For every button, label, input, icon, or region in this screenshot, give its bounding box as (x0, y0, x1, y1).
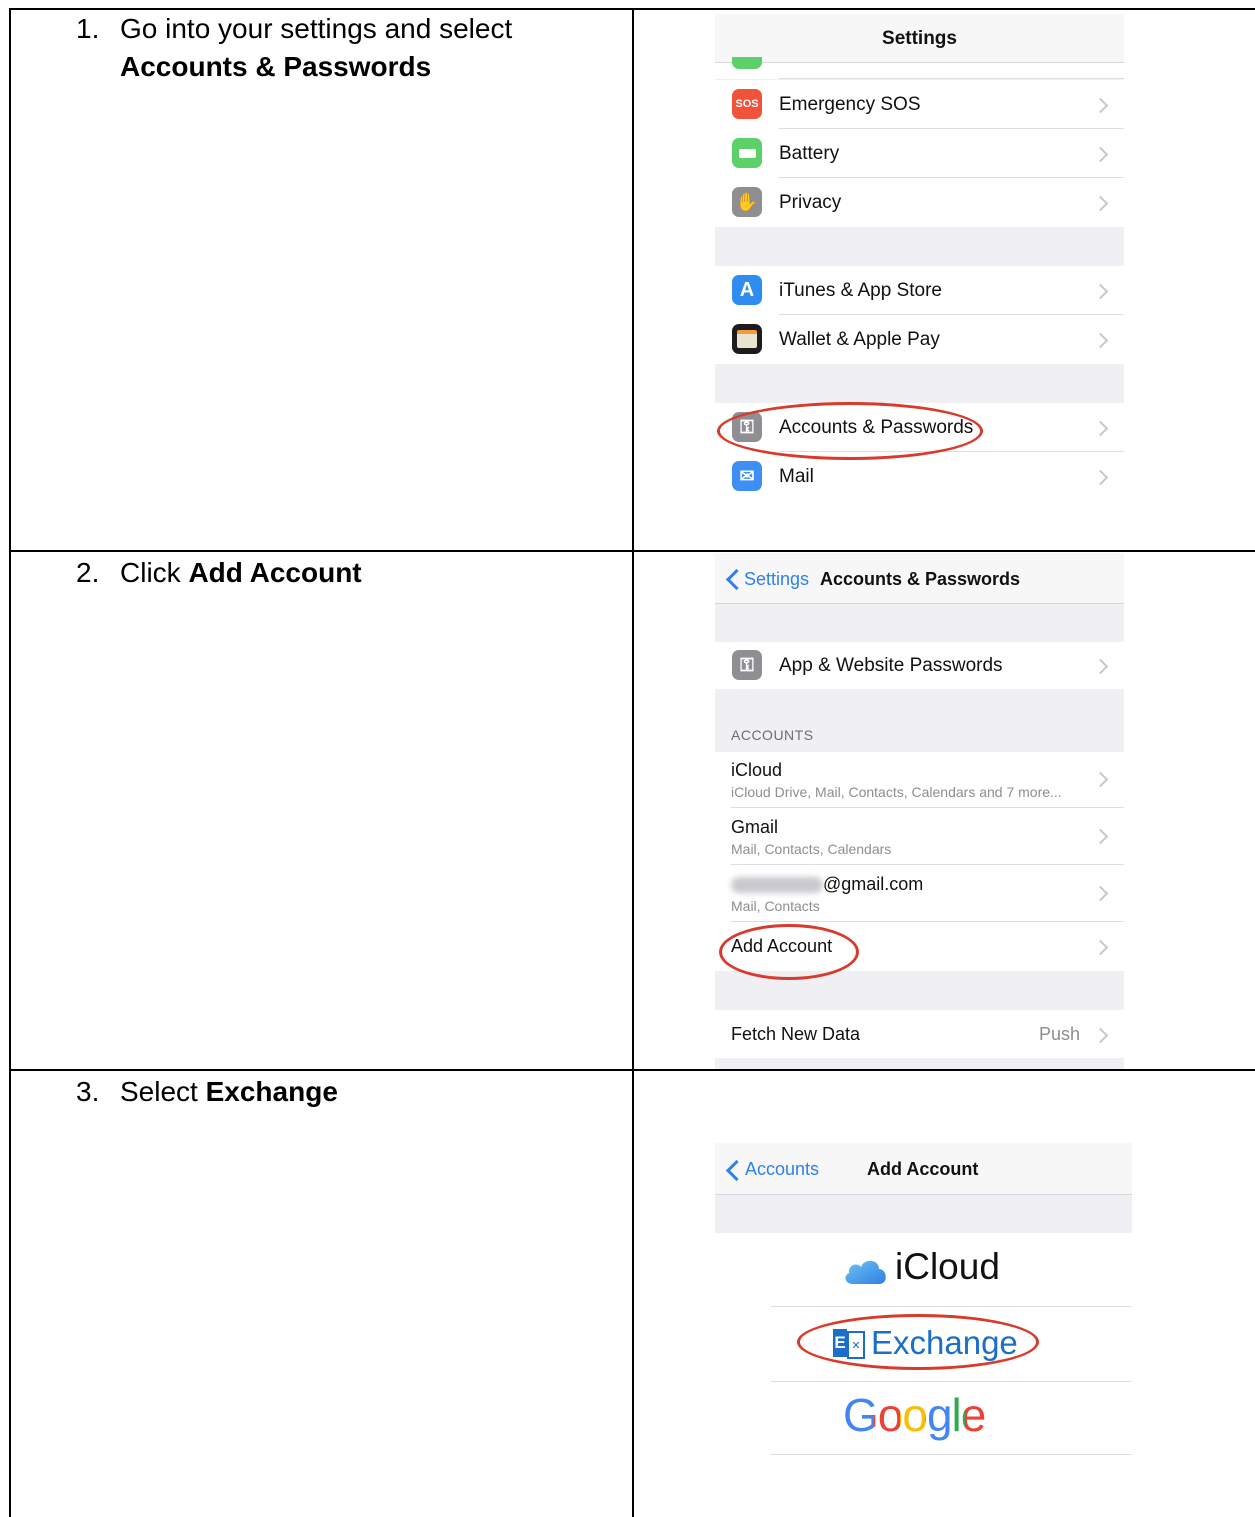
chevron-right-icon (1092, 771, 1109, 788)
row-label: Wallet & Apple Pay (779, 329, 940, 350)
battery-icon (732, 138, 762, 168)
accounts-navbar: Settings Accounts & Passwords (715, 553, 1124, 604)
step-1-instruction: 1. Go into your settings and select Accou… (76, 10, 512, 86)
page-title: Settings (882, 28, 957, 49)
step-number: 2. (76, 557, 100, 588)
account-row-gmail-address[interactable]: @gmail.com Mail, Contacts (715, 865, 1124, 922)
table-row-divider-1 (9, 550, 1255, 552)
row-label: Emergency SOS (779, 94, 921, 115)
account-row-gmail[interactable]: Gmail Mail, Contacts, Calendars (715, 808, 1124, 865)
back-button[interactable]: Settings (744, 569, 809, 590)
header-gap (715, 1195, 1132, 1233)
chevron-right-icon (1092, 97, 1109, 114)
chevron-right-icon (1092, 146, 1109, 163)
partial-row (715, 57, 1124, 79)
chevron-right-icon (1092, 469, 1109, 486)
settings-row-privacy[interactable]: ✋ Privacy (715, 178, 1124, 227)
hand-icon: ✋ (732, 187, 762, 217)
row-label: Mail (779, 466, 814, 487)
fetch-new-data-row[interactable]: Fetch New Data Push (715, 1010, 1124, 1058)
account-name: iCloud (731, 760, 783, 780)
google-logo-text: Google (843, 1389, 986, 1441)
icloud-wordmark: iCloud (895, 1246, 1000, 1287)
chevron-right-icon (1092, 332, 1109, 349)
row-label: Privacy (779, 192, 842, 213)
highlight-oval (717, 402, 983, 460)
settings-row-emergency-sos[interactable]: SOS Emergency SOS (715, 80, 1124, 129)
chevron-right-icon (1092, 283, 1109, 300)
step-text: Go into your settings and select (120, 13, 513, 44)
app-website-passwords-row[interactable]: ⚿ App & Website Passwords (715, 642, 1124, 689)
settings-screenshot: Settings SOS Emergency SOS Battery ✋ Pri… (715, 14, 1124, 550)
chevron-right-icon (1092, 658, 1109, 675)
accounts-passwords-screenshot: Settings Accounts & Passwords ⚿ App & We… (715, 553, 1124, 1069)
redacted-text (731, 877, 823, 893)
step-3-instruction: 3. Select Exchange (76, 1073, 338, 1111)
provider-icloud[interactable]: iCloud (771, 1234, 1132, 1307)
add-account-navbar: Accounts Add Account (715, 1143, 1132, 1195)
chevron-right-icon (1092, 420, 1109, 437)
step-2-instruction: 2. Click Add Account (76, 554, 362, 592)
account-name: Gmail (731, 817, 779, 837)
back-button[interactable]: Accounts (745, 1159, 819, 1180)
back-chevron-icon (725, 1159, 748, 1182)
account-row-icloud[interactable]: iCloud iCloud Drive, Mail, Contacts, Cal… (715, 752, 1124, 808)
settings-navbar: Settings (715, 14, 1124, 63)
account-detail: Mail, Contacts (731, 898, 820, 914)
settings-row-mail[interactable]: ✉ Mail (715, 452, 1124, 501)
settings-row-itunes[interactable]: A iTunes & App Store (715, 266, 1124, 315)
chevron-right-icon (1092, 939, 1109, 956)
step-text: Click (120, 557, 189, 588)
mail-icon: ✉ (732, 461, 762, 491)
step-bold-text: Exchange (205, 1076, 338, 1107)
cloud-icon (845, 1260, 886, 1284)
account-detail: iCloud Drive, Mail, Contacts, Calendars … (731, 784, 1062, 800)
fetch-value: Push (1038, 1024, 1080, 1044)
step-number: 3. (76, 1076, 100, 1107)
account-detail: Mail, Contacts, Calendars (731, 841, 892, 857)
add-account-screenshot: Accounts Add Account iCloud E ✕ Exchange… (715, 1143, 1132, 1455)
chevron-right-icon (1092, 885, 1109, 902)
step-bold-text: Accounts & Passwords (120, 51, 432, 82)
settings-row-wallet[interactable]: Wallet & Apple Pay (715, 315, 1124, 364)
page-title: Add Account (867, 1159, 979, 1179)
row-label: iTunes & App Store (779, 280, 943, 301)
app-store-icon: A (732, 275, 762, 305)
chevron-right-icon (1092, 828, 1109, 845)
row-label: App & Website Passwords (779, 655, 1003, 676)
highlight-oval (719, 924, 859, 980)
accounts-section-header: ACCOUNTS (731, 727, 814, 743)
step-text: Select (120, 1076, 206, 1107)
chevron-right-icon (1092, 1027, 1109, 1044)
key-icon: ⚿ (732, 650, 762, 680)
highlight-oval (797, 1314, 1039, 1370)
settings-row-battery[interactable]: Battery (715, 129, 1124, 178)
wallet-icon (732, 324, 762, 354)
step-bold-text: Add Account (188, 557, 362, 588)
fetch-label: Fetch New Data (731, 1024, 861, 1044)
table-column-divider (632, 8, 634, 1517)
account-name: @gmail.com (823, 874, 924, 894)
table-border-left (9, 8, 11, 1517)
page-title: Accounts & Passwords (820, 569, 1021, 589)
google-wordmark: Google (843, 1388, 986, 1442)
row-label: Battery (779, 143, 840, 164)
table-row-divider-2 (9, 1069, 1255, 1071)
sos-icon: SOS (732, 89, 762, 119)
step-number: 1. (76, 13, 100, 44)
provider-google[interactable]: Google (771, 1382, 1132, 1455)
chevron-right-icon (1092, 195, 1109, 212)
